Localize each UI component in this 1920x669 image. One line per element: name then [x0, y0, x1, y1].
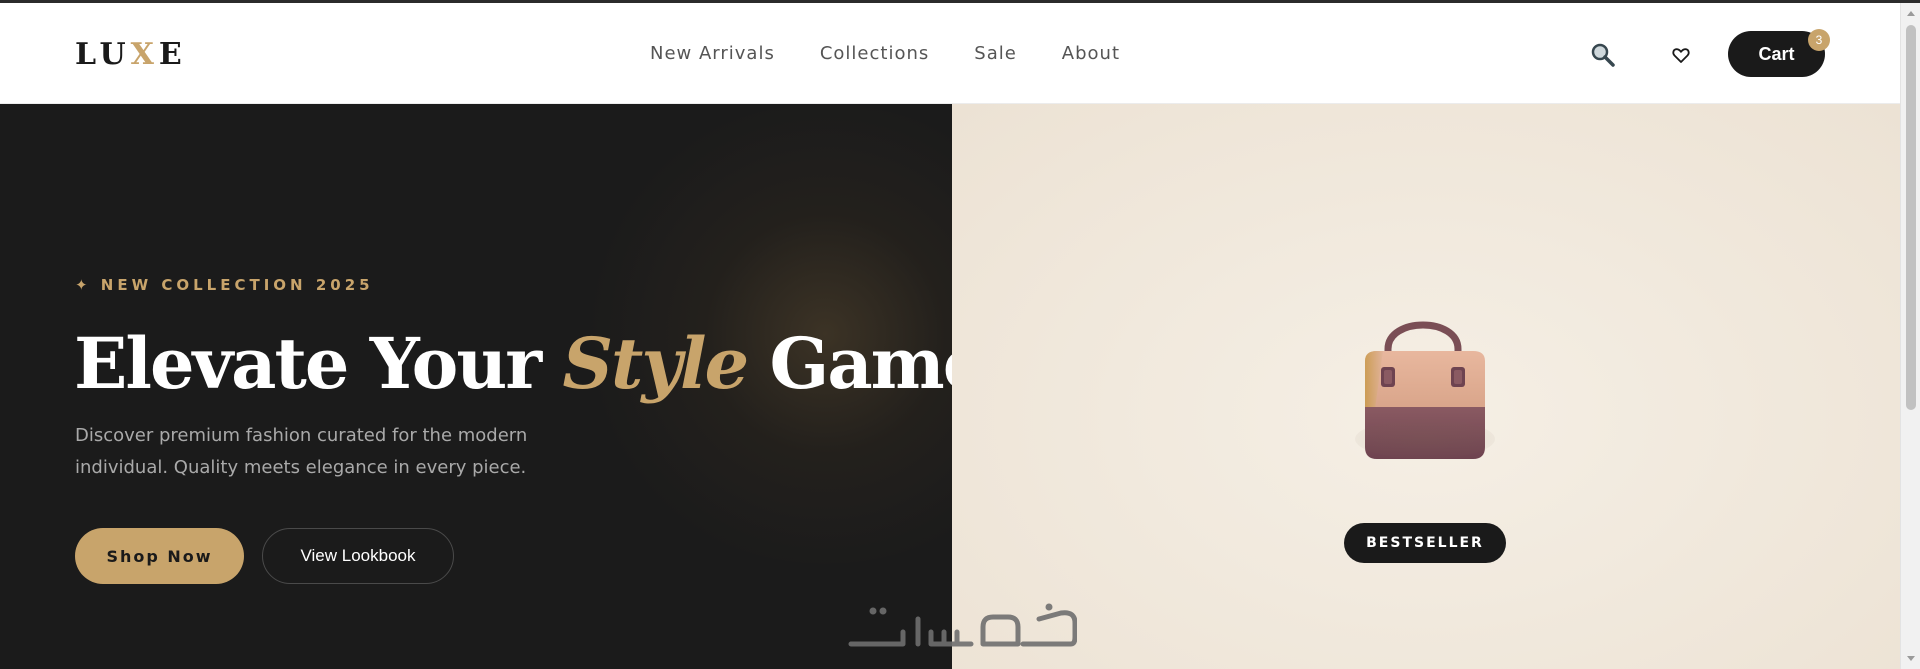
scrollbar-thumb[interactable]	[1906, 25, 1916, 410]
page-scrollbar[interactable]	[1900, 3, 1920, 669]
hero-subtext: Discover premium fashion curated for the…	[75, 425, 528, 478]
scroll-up-arrow-icon[interactable]	[1907, 11, 1915, 16]
nav-link-sale[interactable]: Sale	[974, 43, 1017, 64]
nav-link-collections[interactable]: Collections	[820, 43, 929, 64]
hero-headline: Elevate Your Style Game	[74, 322, 952, 405]
product-shadow	[1355, 419, 1495, 459]
featured-product[interactable]	[1345, 299, 1505, 499]
wishlist-button[interactable]	[1667, 41, 1695, 69]
shop-now-button[interactable]: Shop Now	[75, 528, 244, 584]
search-icon	[1591, 43, 1615, 67]
bestseller-badge: BESTSELLER	[1344, 523, 1506, 563]
brand-logo[interactable]: LUXE	[75, 37, 187, 72]
site-header: LUXE New Arrivals Collections Sale About…	[0, 3, 1900, 104]
cart-count-badge: 3	[1808, 29, 1830, 51]
site-watermark	[848, 603, 1077, 647]
featured-product-panel: BESTSELLER	[952, 104, 1900, 669]
nav-link-new-arrivals[interactable]: New Arrivals	[650, 43, 775, 64]
heart-icon	[1672, 48, 1690, 63]
nav-link-about[interactable]: About	[1062, 43, 1120, 64]
scroll-down-arrow-icon[interactable]	[1907, 656, 1915, 661]
hero-eyebrow: ✦ NEW COLLECTION 2025	[75, 276, 374, 294]
hero-panel: ✦ NEW COLLECTION 2025 Elevate Your Style…	[0, 104, 952, 669]
search-button[interactable]	[1589, 41, 1617, 69]
view-lookbook-button[interactable]: View Lookbook	[262, 528, 454, 584]
main-nav: New Arrivals Collections Sale About	[650, 43, 1120, 64]
